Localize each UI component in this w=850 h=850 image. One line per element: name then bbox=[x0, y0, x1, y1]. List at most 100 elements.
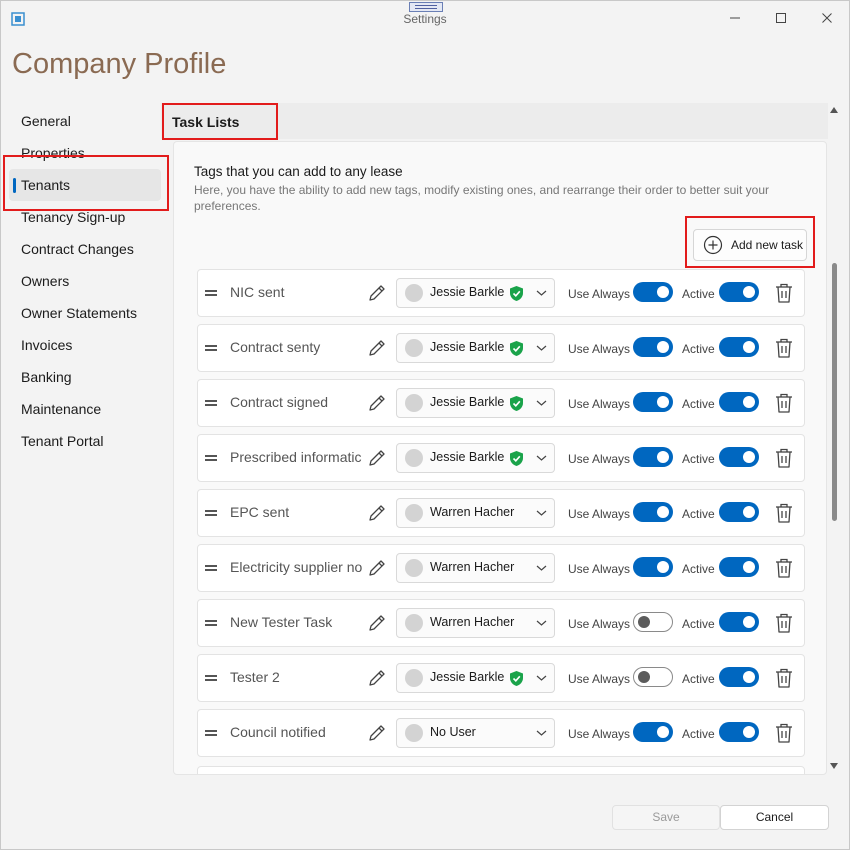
user-dropdown[interactable]: Jessie Barkle bbox=[396, 278, 555, 308]
user-dropdown[interactable]: No User bbox=[396, 718, 555, 748]
avatar bbox=[405, 339, 423, 357]
sidebar-item-tenants[interactable]: Tenants bbox=[9, 169, 161, 201]
drag-handle-icon[interactable] bbox=[205, 565, 217, 571]
user-name: Warren Hacher bbox=[430, 615, 515, 629]
active-toggle[interactable] bbox=[719, 392, 759, 412]
pencil-icon[interactable] bbox=[366, 282, 388, 304]
trash-icon[interactable] bbox=[774, 612, 794, 634]
drag-handle-icon[interactable] bbox=[205, 345, 217, 351]
pencil-icon[interactable] bbox=[366, 502, 388, 524]
drag-handle-icon[interactable] bbox=[205, 455, 217, 461]
use-always-toggle[interactable] bbox=[633, 337, 673, 357]
title-drag-handle[interactable] bbox=[409, 2, 443, 12]
pencil-icon[interactable] bbox=[366, 557, 388, 579]
close-button[interactable] bbox=[813, 7, 841, 29]
toggle-knob bbox=[657, 341, 669, 353]
task-list-card: Tags that you can add to any lease Here,… bbox=[173, 141, 827, 775]
pencil-icon[interactable] bbox=[366, 667, 388, 689]
save-button[interactable]: Save bbox=[612, 805, 720, 830]
toggle-knob bbox=[657, 561, 669, 573]
user-name: Jessie Barkle bbox=[430, 670, 505, 684]
scroll-up-icon[interactable] bbox=[830, 107, 838, 113]
sidebar-item-maintenance[interactable]: Maintenance bbox=[9, 393, 161, 425]
use-always-toggle[interactable] bbox=[633, 612, 673, 632]
drag-handle-icon[interactable] bbox=[205, 400, 217, 406]
sidebar-item-general[interactable]: General bbox=[9, 105, 161, 137]
trash-icon[interactable] bbox=[774, 722, 794, 744]
card-description: Here, you have the ability to add new ta… bbox=[194, 183, 769, 213]
pencil-icon[interactable] bbox=[366, 337, 388, 359]
use-always-toggle[interactable] bbox=[633, 557, 673, 577]
drag-handle-icon[interactable] bbox=[205, 290, 217, 296]
toggle-knob bbox=[743, 506, 755, 518]
active-toggle[interactable] bbox=[719, 667, 759, 687]
add-new-task-button[interactable]: Add new task bbox=[693, 229, 807, 261]
user-name: No User bbox=[430, 725, 476, 739]
sidebar-item-banking[interactable]: Banking bbox=[9, 361, 161, 393]
scroll-down-icon[interactable] bbox=[830, 763, 838, 769]
user-dropdown[interactable]: Warren Hacher bbox=[396, 498, 555, 528]
verified-shield-icon bbox=[510, 396, 523, 411]
drag-handle-icon[interactable] bbox=[205, 620, 217, 626]
sidebar-item-properties[interactable]: Properties bbox=[9, 137, 161, 169]
chevron-down-icon bbox=[536, 455, 547, 461]
use-always-toggle[interactable] bbox=[633, 392, 673, 412]
table-row: NIC sent Jessie Barkle Use Always Active bbox=[197, 269, 805, 317]
sidebar-item-invoices[interactable]: Invoices bbox=[9, 329, 161, 361]
sidebar-item-tenant-portal[interactable]: Tenant Portal bbox=[9, 425, 161, 457]
add-new-task-label: Add new task bbox=[731, 238, 804, 252]
trash-icon[interactable] bbox=[774, 392, 794, 414]
active-toggle[interactable] bbox=[719, 722, 759, 742]
pencil-icon[interactable] bbox=[366, 612, 388, 634]
trash-icon[interactable] bbox=[774, 447, 794, 469]
trash-icon[interactable] bbox=[774, 667, 794, 689]
use-always-toggle[interactable] bbox=[633, 502, 673, 522]
use-always-toggle[interactable] bbox=[633, 667, 673, 687]
active-label: Active bbox=[682, 397, 715, 411]
sidebar-item-owners[interactable]: Owners bbox=[9, 265, 161, 297]
active-toggle[interactable] bbox=[719, 337, 759, 357]
toggle-knob bbox=[743, 286, 755, 298]
user-dropdown[interactable]: Jessie Barkle bbox=[396, 333, 555, 363]
pencil-icon[interactable] bbox=[366, 392, 388, 414]
trash-icon[interactable] bbox=[774, 282, 794, 304]
sidebar-item-contract-changes[interactable]: Contract Changes bbox=[9, 233, 161, 265]
verified-shield-icon bbox=[510, 286, 523, 301]
cancel-button[interactable]: Cancel bbox=[720, 805, 829, 830]
trash-icon[interactable] bbox=[774, 557, 794, 579]
use-always-toggle[interactable] bbox=[633, 447, 673, 467]
table-row: Prescribed informatic Jessie Barkle Use … bbox=[197, 434, 805, 482]
trash-icon[interactable] bbox=[774, 337, 794, 359]
trash-icon[interactable] bbox=[774, 502, 794, 524]
title-bar: Settings bbox=[1, 1, 849, 37]
active-toggle[interactable] bbox=[719, 557, 759, 577]
use-always-toggle[interactable] bbox=[633, 722, 673, 742]
pencil-icon[interactable] bbox=[366, 447, 388, 469]
drag-handle-icon[interactable] bbox=[205, 730, 217, 736]
active-toggle[interactable] bbox=[719, 612, 759, 632]
user-dropdown[interactable]: Jessie Barkle bbox=[396, 388, 555, 418]
user-dropdown[interactable]: Warren Hacher bbox=[396, 608, 555, 638]
table-row: EPC sent Warren Hacher Use Always Active bbox=[197, 489, 805, 537]
sidebar-item-tenancy-sign-up[interactable]: Tenancy Sign-up bbox=[9, 201, 161, 233]
sidebar-item-owner-statements[interactable]: Owner Statements bbox=[9, 297, 161, 329]
pencil-icon[interactable] bbox=[366, 722, 388, 744]
drag-handle-icon[interactable] bbox=[205, 675, 217, 681]
drag-handle-icon[interactable] bbox=[205, 510, 217, 516]
table-row: Tester 2 Jessie Barkle Use Always Active bbox=[197, 654, 805, 702]
user-dropdown[interactable]: Warren Hacher bbox=[396, 553, 555, 583]
active-toggle[interactable] bbox=[719, 502, 759, 522]
task-name: Electricity supplier no bbox=[230, 559, 363, 575]
maximize-button[interactable] bbox=[767, 7, 795, 29]
task-name: Contract senty bbox=[230, 339, 321, 355]
toggle-knob bbox=[638, 671, 650, 683]
scrollbar-thumb[interactable] bbox=[832, 263, 837, 521]
active-toggle[interactable] bbox=[719, 282, 759, 302]
minimize-button[interactable] bbox=[721, 7, 749, 29]
user-dropdown[interactable]: Jessie Barkle bbox=[396, 443, 555, 473]
toggle-knob bbox=[657, 506, 669, 518]
active-toggle[interactable] bbox=[719, 447, 759, 467]
user-dropdown[interactable]: Jessie Barkle bbox=[396, 663, 555, 693]
use-always-toggle[interactable] bbox=[633, 282, 673, 302]
toggle-knob bbox=[743, 341, 755, 353]
